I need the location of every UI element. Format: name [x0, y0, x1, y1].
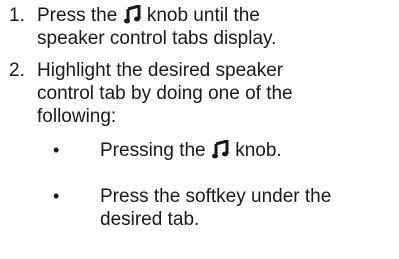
music-note-icon — [123, 5, 141, 24]
bullet-text: Press the softkey under the desired tab. — [100, 185, 397, 231]
step-line: Highlight the desired speaker — [37, 60, 284, 81]
step-text-fragment: knob until the — [146, 5, 260, 26]
step-line: Press the knob until the — [37, 4, 397, 27]
step-text: Press the knob until the speaker control… — [37, 4, 397, 50]
bullet-text-fragment: knob. — [235, 140, 282, 161]
step-line: following: — [37, 106, 117, 127]
bullet-text-fragment: Pressing the — [100, 140, 206, 161]
step-text-fragment: Press the — [37, 5, 118, 26]
step-line: control tab by doing one of the — [37, 83, 293, 104]
step-number: 1. — [9, 5, 25, 26]
bullet-line: Press the softkey under the — [100, 186, 332, 207]
step-number: 2. — [9, 60, 25, 81]
bullet-symbol: • — [53, 186, 60, 206]
bullet-line: Pressing the knob. — [100, 139, 397, 162]
bullet-line: desired tab. — [100, 209, 200, 230]
music-note-icon — [211, 140, 229, 159]
step-line: speaker control tabs display. — [37, 28, 277, 49]
bullet-symbol: • — [53, 140, 60, 160]
instruction-page: 1. Press the knob until the speaker cont… — [0, 0, 399, 259]
step-text: Highlight the desired speaker control ta… — [37, 59, 397, 128]
bullet-text: Pressing the knob. — [100, 139, 397, 162]
